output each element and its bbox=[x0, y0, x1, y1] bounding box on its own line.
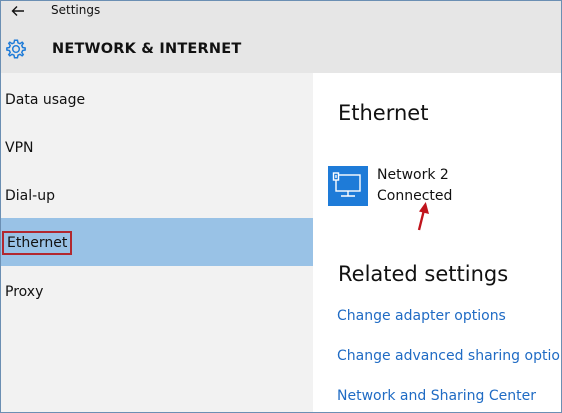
ethernet-monitor-icon bbox=[332, 172, 361, 197]
sidebar-item-dial-up[interactable]: Dial-up bbox=[1, 171, 313, 219]
page-title: NETWORK & INTERNET bbox=[52, 41, 242, 57]
related-settings-title: Related settings bbox=[338, 262, 509, 286]
sidebar-item-label: VPN bbox=[5, 140, 34, 156]
sidebar-item-label: Dial-up bbox=[5, 188, 55, 204]
network-tile[interactable] bbox=[328, 166, 368, 206]
window-title: Settings bbox=[51, 3, 101, 17]
sidebar-item-vpn[interactable]: VPN bbox=[1, 123, 313, 171]
sidebar-item-label: Proxy bbox=[5, 284, 44, 300]
title-bar: Settings bbox=[1, 1, 561, 21]
sidebar-item-label: Ethernet bbox=[2, 231, 73, 255]
network-sharing-center-link[interactable]: Network and Sharing Center bbox=[337, 388, 536, 404]
sidebar-item-data-usage[interactable]: Data usage bbox=[1, 75, 313, 123]
sidebar: Data usage VPN Dial-up Ethernet Proxy bbox=[1, 73, 313, 412]
sidebar-item-proxy[interactable]: Proxy bbox=[1, 267, 313, 315]
network-name: Network 2 bbox=[377, 167, 449, 183]
settings-window: Settings NETWORK & INTERNET Data usage V… bbox=[0, 0, 562, 413]
main-content: Ethernet Network 2 Connected Related set… bbox=[313, 73, 561, 412]
back-button[interactable] bbox=[1, 1, 35, 21]
change-advanced-sharing-options-link[interactable]: Change advanced sharing options bbox=[337, 348, 561, 364]
page-header: NETWORK & INTERNET bbox=[1, 21, 561, 73]
gear-icon bbox=[6, 39, 26, 59]
section-title: Ethernet bbox=[338, 101, 429, 125]
red-arrow-annotation bbox=[417, 202, 429, 231]
sidebar-item-ethernet[interactable]: Ethernet bbox=[1, 218, 313, 266]
back-arrow-icon bbox=[11, 6, 24, 16]
change-adapter-options-link[interactable]: Change adapter options bbox=[337, 308, 506, 324]
sidebar-item-label: Data usage bbox=[5, 92, 86, 108]
